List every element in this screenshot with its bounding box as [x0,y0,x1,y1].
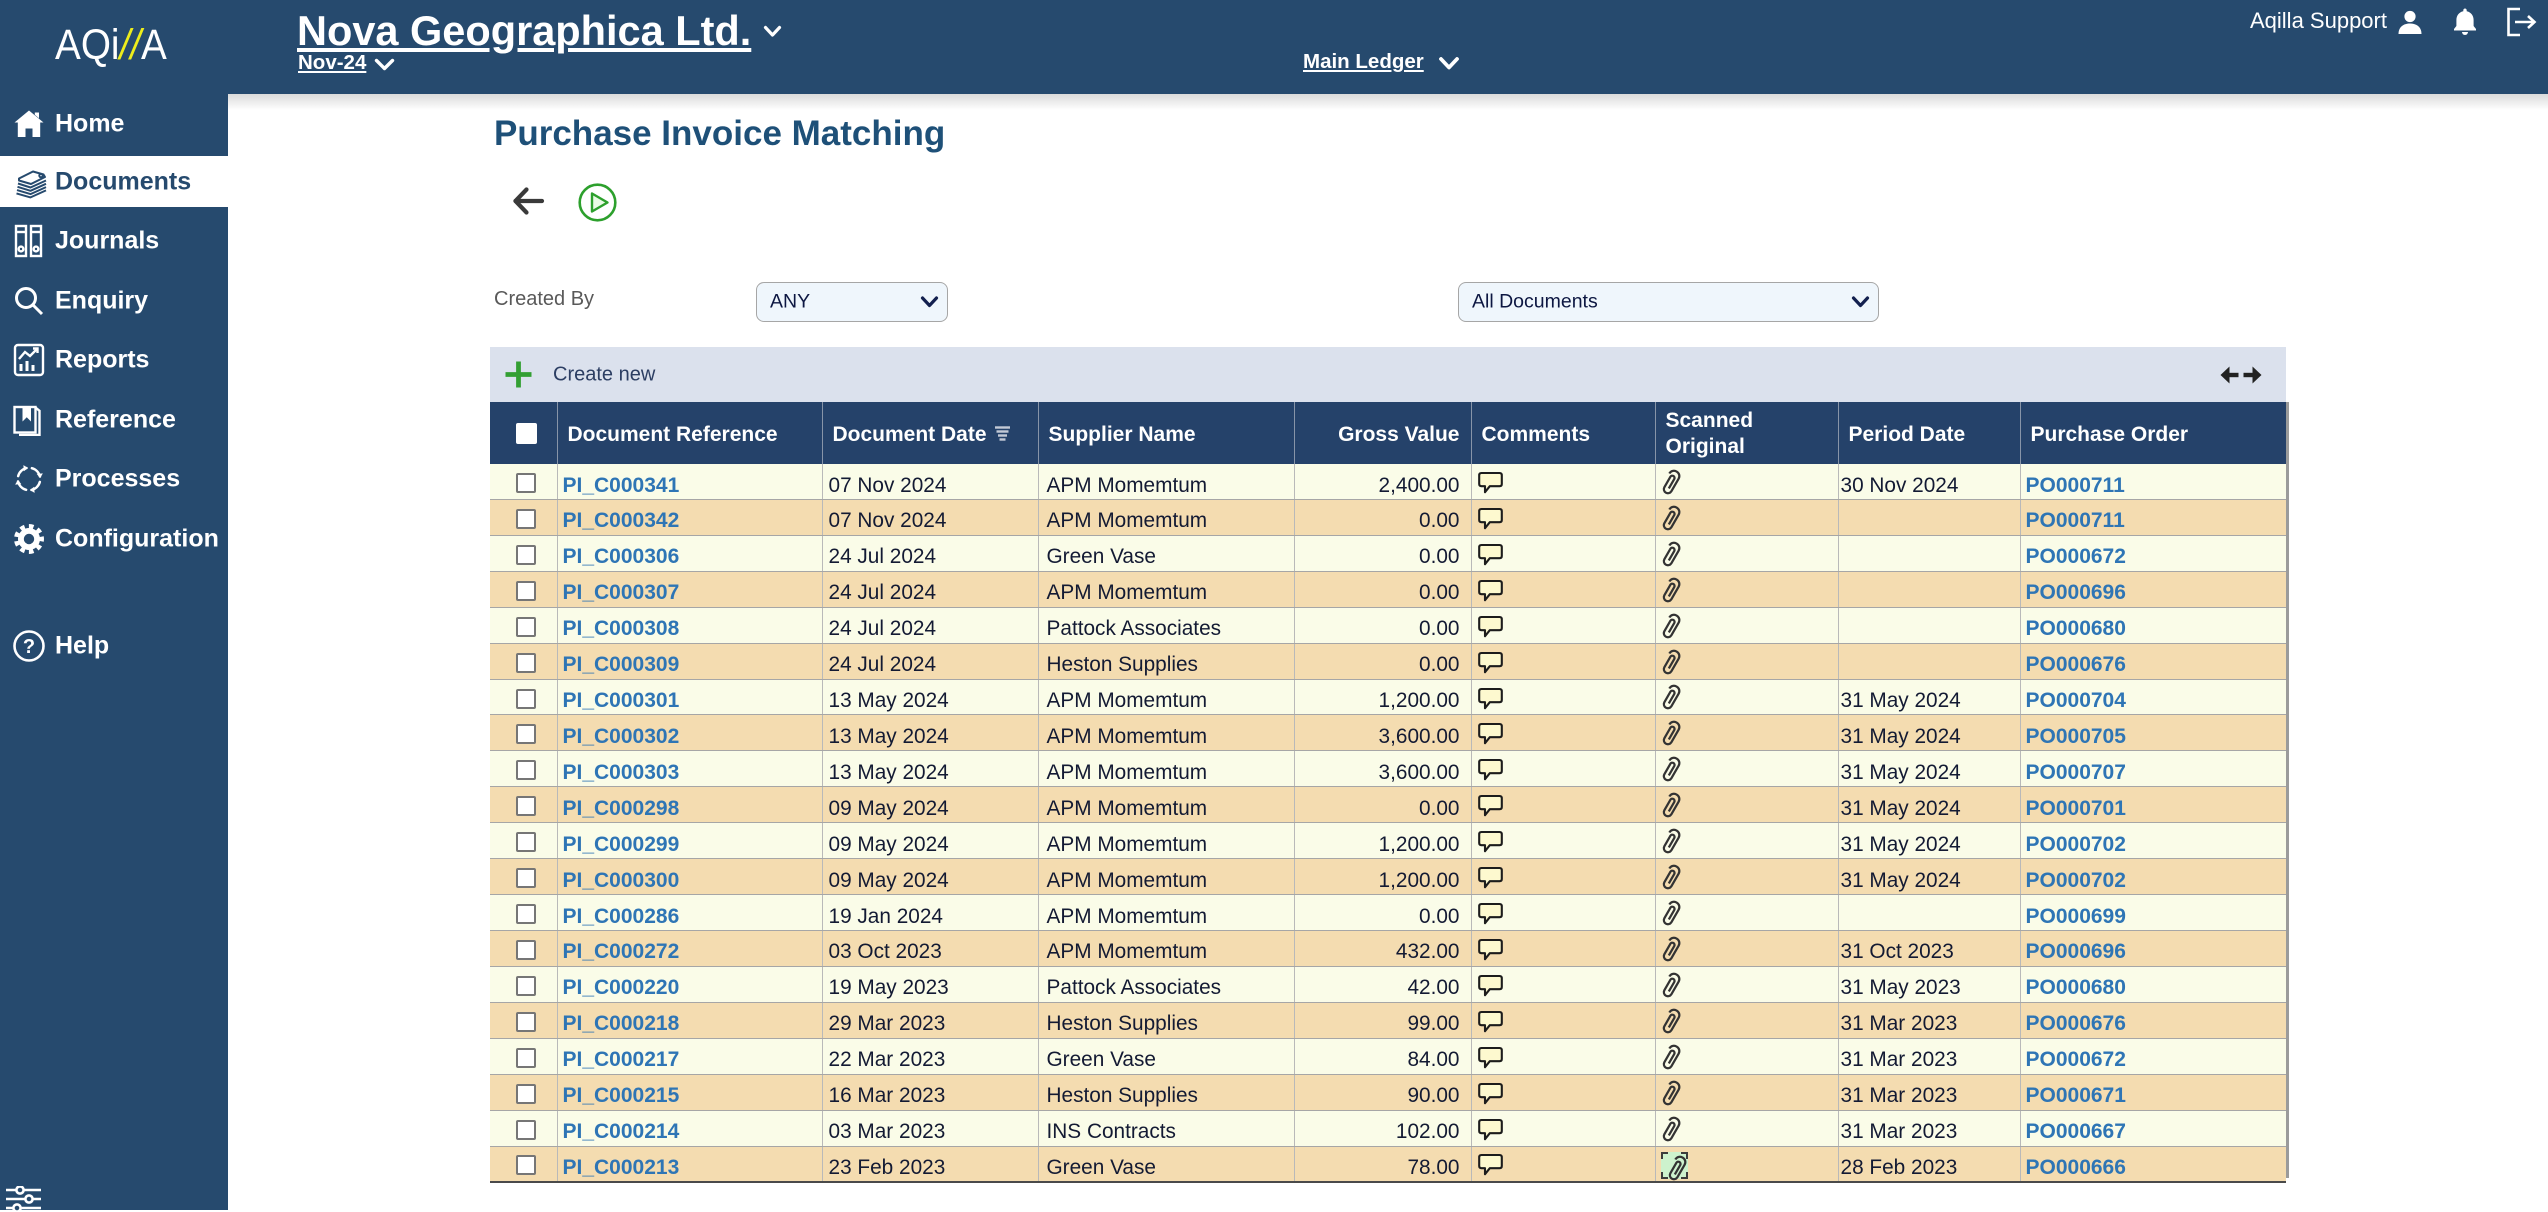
svg-text:?: ? [23,636,35,658]
